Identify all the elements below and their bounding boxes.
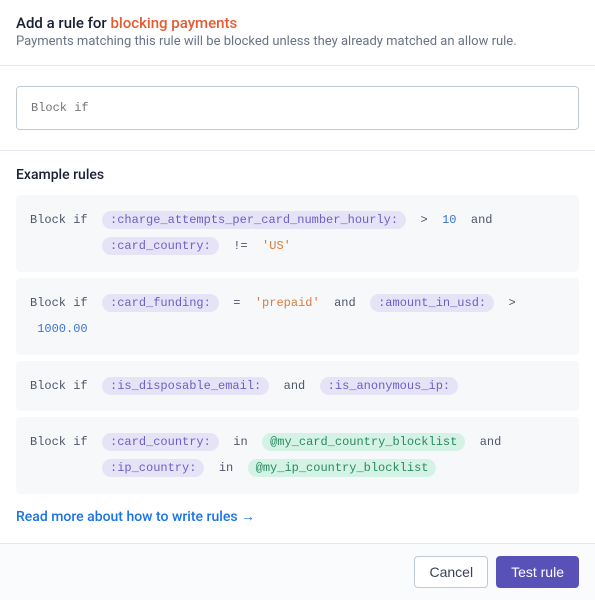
example-rule[interactable]: Block if :charge_attempts_per_card_numbe… [16,195,579,272]
rule-operator: and [480,435,502,449]
read-more-link[interactable]: Read more about how to write rules → [16,508,579,525]
read-more-text: Read more about how to write rules [16,509,238,525]
rule-number: 1000.00 [37,322,87,336]
rule-variable: :is_disposable_email: [102,377,269,395]
rule-operator: = [233,296,240,310]
dialog-header: Add a rule for blocking payments Payment… [0,0,595,57]
rule-variable: :charge_attempts_per_card_number_hourly: [102,211,406,229]
dialog-subtitle: Payments matching this rule will be bloc… [16,34,579,49]
examples-section: Example rules Block if :charge_attempts_… [0,151,595,543]
arrow-right-icon: → [241,509,255,525]
rule-variable: :card_country: [102,433,219,451]
rule-variable: :ip_country: [102,459,204,477]
rule-prefix: Block if [30,213,88,227]
rule-list-ref: @my_ip_country_blocklist [248,459,437,477]
rule-operator: and [284,379,306,393]
examples-title: Example rules [16,167,579,183]
rule-variable: :card_funding: [102,294,219,312]
rule-list-ref: @my_card_country_blocklist [262,433,465,451]
dialog-footer: Cancel Test rule [0,543,595,600]
cancel-button[interactable]: Cancel [414,556,488,588]
rule-prefix: Block if [30,435,88,449]
rule-string: 'prepaid' [255,296,320,310]
rule-number: 10 [442,213,456,227]
title-highlight: blocking payments [110,14,237,32]
rule-prefix: Block if [30,379,88,393]
dialog-title: Add a rule for blocking payments [16,14,579,32]
test-rule-button[interactable]: Test rule [496,556,579,588]
rule-operator: != [233,239,247,253]
rule-operator: > [509,296,516,310]
rule-input-section [0,65,595,151]
rule-operator: and [334,296,356,310]
rule-operator: and [471,213,493,227]
rule-string: 'US' [262,239,291,253]
rule-input[interactable] [16,86,579,130]
rule-operator: in [219,461,233,475]
rule-operator: > [420,213,427,227]
rule-operator: in [233,435,247,449]
example-rule[interactable]: Block if :card_country: in @my_card_coun… [16,417,579,494]
rule-prefix: Block if [30,296,88,310]
rule-variable: :is_anonymous_ip: [320,377,458,395]
rule-variable: :amount_in_usd: [370,294,494,312]
example-rule[interactable]: Block if :is_disposable_email: and :is_a… [16,361,579,411]
example-rule[interactable]: Block if :card_funding: = 'prepaid' and … [16,278,579,355]
title-prefix: Add a rule for [16,14,110,32]
rule-variable: :card_country: [102,237,219,255]
